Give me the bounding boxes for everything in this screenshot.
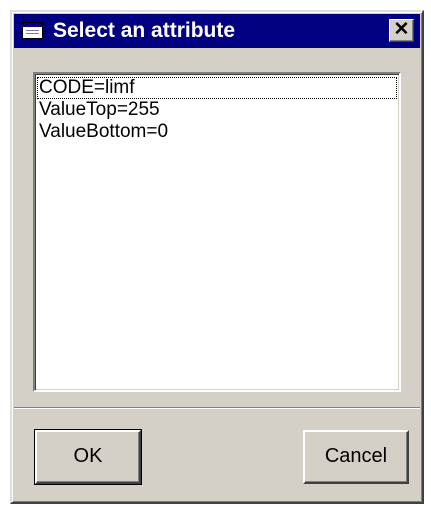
close-button[interactable]: ✕ [389, 19, 414, 42]
attribute-listbox[interactable]: CODE=limf ValueTop=255 ValueBottom=0 [33, 72, 401, 392]
select-attribute-dialog: Select an attribute ✕ CODE=limf ValueTop… [10, 10, 424, 504]
title-bar[interactable]: Select an attribute ✕ [14, 14, 420, 48]
window-icon [22, 22, 43, 39]
window-title: Select an attribute [53, 19, 236, 42]
ok-button[interactable]: OK [34, 429, 142, 485]
list-item[interactable]: ValueTop=255 [37, 99, 397, 121]
close-icon: ✕ [393, 19, 410, 40]
separator [14, 407, 420, 409]
cancel-button[interactable]: Cancel [303, 430, 409, 484]
list-item[interactable]: ValueBottom=0 [37, 121, 397, 143]
list-item[interactable]: CODE=limf [37, 77, 397, 99]
